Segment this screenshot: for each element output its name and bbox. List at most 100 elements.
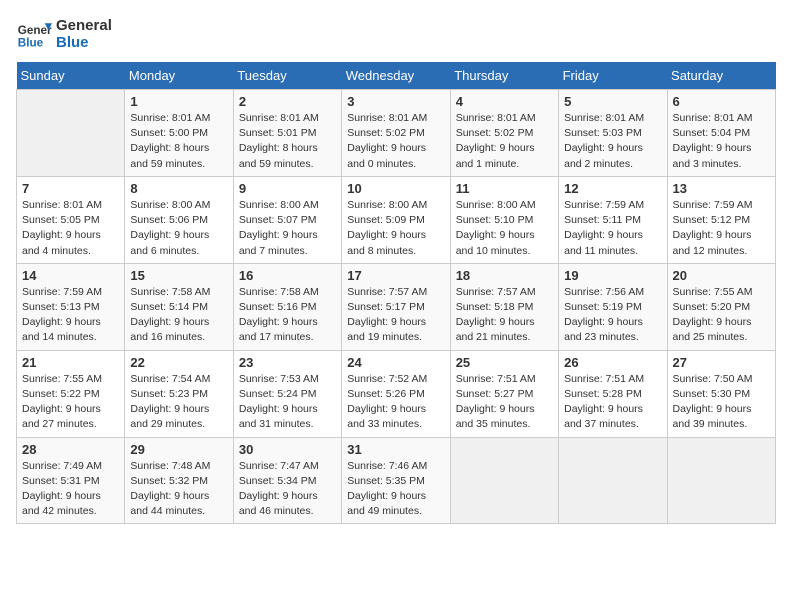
day-info: Sunrise: 7:58 AMSunset: 5:14 PMDaylight:…	[130, 285, 227, 346]
day-info: Sunrise: 7:59 AMSunset: 5:13 PMDaylight:…	[22, 285, 119, 346]
calendar-cell	[559, 437, 667, 524]
calendar-cell: 22 Sunrise: 7:54 AMSunset: 5:23 PMDayligh…	[125, 350, 233, 437]
day-number: 2	[239, 94, 336, 109]
day-info: Sunrise: 8:01 AMSunset: 5:05 PMDaylight:…	[22, 198, 119, 259]
day-number: 5	[564, 94, 661, 109]
day-number: 21	[22, 355, 119, 370]
day-number: 29	[130, 442, 227, 457]
calendar-cell: 1 Sunrise: 8:01 AMSunset: 5:00 PMDaylight…	[125, 90, 233, 177]
calendar-cell: 30Sunrise: 7:47 AMSunset: 5:34 PMDayligh…	[233, 437, 341, 524]
day-number: 22	[130, 355, 227, 370]
day-number: 14	[22, 268, 119, 283]
day-info: Sunrise: 8:01 AMSunset: 5:02 PMDaylight:…	[347, 111, 444, 172]
day-number: 23	[239, 355, 336, 370]
day-info: Sunrise: 7:46 AMSunset: 5:35 PMDaylight:…	[347, 459, 444, 520]
day-number: 28	[22, 442, 119, 457]
weekday-header-row: SundayMondayTuesdayWednesdayThursdayFrid…	[17, 62, 776, 90]
day-number: 31	[347, 442, 444, 457]
page-header: General Blue General Blue	[16, 16, 776, 52]
calendar-week-1: 1 Sunrise: 8:01 AMSunset: 5:00 PMDaylight…	[17, 90, 776, 177]
day-info: Sunrise: 7:56 AMSunset: 5:19 PMDaylight:…	[564, 285, 661, 346]
day-number: 8	[130, 181, 227, 196]
day-number: 12	[564, 181, 661, 196]
calendar-cell: 26Sunrise: 7:51 AMSunset: 5:28 PMDayligh…	[559, 350, 667, 437]
calendar-cell: 3 Sunrise: 8:01 AMSunset: 5:02 PMDaylight…	[342, 90, 450, 177]
calendar-cell: 15 Sunrise: 7:58 AMSunset: 5:14 PMDayligh…	[125, 263, 233, 350]
day-info: Sunrise: 8:01 AMSunset: 5:01 PMDaylight:…	[239, 111, 336, 172]
calendar-cell: 29 Sunrise: 7:48 AMSunset: 5:32 PMDayligh…	[125, 437, 233, 524]
day-info: Sunrise: 8:00 AMSunset: 5:10 PMDaylight:…	[456, 198, 553, 259]
calendar-cell: 11 Sunrise: 8:00 AMSunset: 5:10 PMDayligh…	[450, 176, 558, 263]
day-number: 9	[239, 181, 336, 196]
weekday-header-sunday: Sunday	[17, 62, 125, 90]
day-info: Sunrise: 7:55 AMSunset: 5:22 PMDaylight:…	[22, 372, 119, 433]
day-info: Sunrise: 7:52 AMSunset: 5:26 PMDaylight:…	[347, 372, 444, 433]
calendar-cell: 12 Sunrise: 7:59 AMSunset: 5:11 PMDayligh…	[559, 176, 667, 263]
weekday-header-thursday: Thursday	[450, 62, 558, 90]
day-number: 15	[130, 268, 227, 283]
calendar-week-4: 21 Sunrise: 7:55 AMSunset: 5:22 PMDayligh…	[17, 350, 776, 437]
day-number: 24	[347, 355, 444, 370]
calendar-cell: 4Sunrise: 8:01 AMSunset: 5:02 PMDaylight…	[450, 90, 558, 177]
day-number: 17	[347, 268, 444, 283]
day-info: Sunrise: 7:51 AMSunset: 5:28 PMDaylight:…	[564, 372, 661, 433]
calendar-cell: 5 Sunrise: 8:01 AMSunset: 5:03 PMDaylight…	[559, 90, 667, 177]
day-number: 6	[673, 94, 770, 109]
day-number: 16	[239, 268, 336, 283]
day-info: Sunrise: 7:59 AMSunset: 5:11 PMDaylight:…	[564, 198, 661, 259]
calendar-cell: 14 Sunrise: 7:59 AMSunset: 5:13 PMDayligh…	[17, 263, 125, 350]
day-number: 10	[347, 181, 444, 196]
day-number: 30	[239, 442, 336, 457]
calendar-cell: 8 Sunrise: 8:00 AMSunset: 5:06 PMDaylight…	[125, 176, 233, 263]
day-info: Sunrise: 7:57 AMSunset: 5:18 PMDaylight:…	[456, 285, 553, 346]
day-info: Sunrise: 7:48 AMSunset: 5:32 PMDaylight:…	[130, 459, 227, 520]
day-info: Sunrise: 7:59 AMSunset: 5:12 PMDaylight:…	[673, 198, 770, 259]
weekday-header-saturday: Saturday	[667, 62, 775, 90]
day-number: 1	[130, 94, 227, 109]
day-number: 11	[456, 181, 553, 196]
day-number: 7	[22, 181, 119, 196]
day-number: 19	[564, 268, 661, 283]
day-info: Sunrise: 7:57 AMSunset: 5:17 PMDaylight:…	[347, 285, 444, 346]
calendar-cell	[17, 90, 125, 177]
calendar-week-3: 14 Sunrise: 7:59 AMSunset: 5:13 PMDayligh…	[17, 263, 776, 350]
day-info: Sunrise: 7:53 AMSunset: 5:24 PMDaylight:…	[239, 372, 336, 433]
calendar-cell: 17 Sunrise: 7:57 AMSunset: 5:17 PMDayligh…	[342, 263, 450, 350]
calendar-cell: 21 Sunrise: 7:55 AMSunset: 5:22 PMDayligh…	[17, 350, 125, 437]
calendar-cell	[450, 437, 558, 524]
day-info: Sunrise: 8:01 AMSunset: 5:04 PMDaylight:…	[673, 111, 770, 172]
day-info: Sunrise: 8:00 AMSunset: 5:09 PMDaylight:…	[347, 198, 444, 259]
logo: General Blue General Blue	[16, 16, 112, 52]
calendar-cell: 9Sunrise: 8:00 AMSunset: 5:07 PMDaylight…	[233, 176, 341, 263]
day-number: 20	[673, 268, 770, 283]
weekday-header-wednesday: Wednesday	[342, 62, 450, 90]
calendar-cell: 16Sunrise: 7:58 AMSunset: 5:16 PMDayligh…	[233, 263, 341, 350]
day-info: Sunrise: 7:50 AMSunset: 5:30 PMDaylight:…	[673, 372, 770, 433]
calendar-table: SundayMondayTuesdayWednesdayThursdayFrid…	[16, 62, 776, 524]
calendar-cell	[667, 437, 775, 524]
day-number: 25	[456, 355, 553, 370]
day-number: 13	[673, 181, 770, 196]
logo-blue: Blue	[56, 34, 112, 51]
calendar-cell: 10 Sunrise: 8:00 AMSunset: 5:09 PMDayligh…	[342, 176, 450, 263]
calendar-cell: 6 Sunrise: 8:01 AMSunset: 5:04 PMDaylight…	[667, 90, 775, 177]
calendar-cell: 19 Sunrise: 7:56 AMSunset: 5:19 PMDayligh…	[559, 263, 667, 350]
calendar-cell: 25Sunrise: 7:51 AMSunset: 5:27 PMDayligh…	[450, 350, 558, 437]
day-info: Sunrise: 7:54 AMSunset: 5:23 PMDaylight:…	[130, 372, 227, 433]
svg-text:Blue: Blue	[18, 37, 44, 50]
calendar-week-2: 7 Sunrise: 8:01 AMSunset: 5:05 PMDaylight…	[17, 176, 776, 263]
calendar-cell: 18Sunrise: 7:57 AMSunset: 5:18 PMDayligh…	[450, 263, 558, 350]
calendar-cell: 23 Sunrise: 7:53 AMSunset: 5:24 PMDayligh…	[233, 350, 341, 437]
weekday-header-friday: Friday	[559, 62, 667, 90]
calendar-week-5: 28Sunrise: 7:49 AMSunset: 5:31 PMDayligh…	[17, 437, 776, 524]
day-info: Sunrise: 8:00 AMSunset: 5:06 PMDaylight:…	[130, 198, 227, 259]
weekday-header-tuesday: Tuesday	[233, 62, 341, 90]
calendar-cell: 24 Sunrise: 7:52 AMSunset: 5:26 PMDayligh…	[342, 350, 450, 437]
day-info: Sunrise: 8:01 AMSunset: 5:00 PMDaylight:…	[130, 111, 227, 172]
calendar-cell: 31 Sunrise: 7:46 AMSunset: 5:35 PMDayligh…	[342, 437, 450, 524]
calendar-cell: 13 Sunrise: 7:59 AMSunset: 5:12 PMDayligh…	[667, 176, 775, 263]
day-number: 3	[347, 94, 444, 109]
calendar-cell: 7 Sunrise: 8:01 AMSunset: 5:05 PMDaylight…	[17, 176, 125, 263]
weekday-header-monday: Monday	[125, 62, 233, 90]
day-info: Sunrise: 8:01 AMSunset: 5:03 PMDaylight:…	[564, 111, 661, 172]
